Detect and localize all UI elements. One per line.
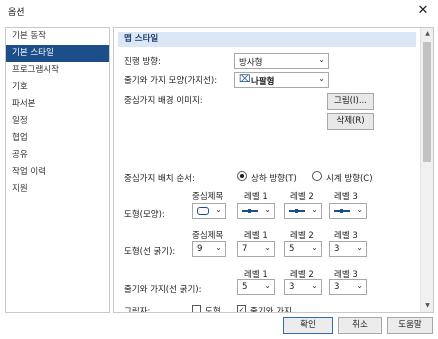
branch-thickness-level3-value: 3 [334, 282, 340, 292]
chevron-down-icon: ⌄ [318, 55, 325, 64]
thickness-level2-value: 5 [289, 244, 295, 254]
image-button[interactable]: 그림(I)... [327, 93, 374, 110]
thickness-level1-value: 7 [242, 244, 248, 254]
thickness-center-value: 9 [197, 244, 203, 254]
shadow-branch-label: 줄기와 가지 [250, 307, 292, 313]
bg-image-label: 중심가지 배경 이미지: [124, 96, 203, 106]
scroll-up-icon[interactable]: ▲ [421, 28, 433, 40]
sidebar-item-sharing[interactable]: 공유 [6, 147, 109, 164]
shape-header-level3: 레벨 3 [334, 192, 358, 202]
shadow-label: 그림자: [124, 307, 151, 313]
shape-level3-select[interactable]: ⌄ [329, 203, 367, 219]
order-label: 중심가지 배치 순서: [124, 174, 195, 184]
category-list: 기본 동작 기본 스타일 프로그램시작 기호 파서본 일정 협업 공유 작업 이… [5, 27, 110, 313]
branch-thickness-row-label: 줄기와 가지(선 굵기): [124, 285, 202, 295]
order-vertical-radio[interactable] [237, 171, 247, 181]
order-vertical-label: 상하 방향(T) [251, 174, 297, 184]
chevron-down-icon: ⌄ [356, 243, 363, 252]
chevron-down-icon: ⌄ [264, 243, 271, 252]
direction-label: 진행 방향: [124, 57, 161, 67]
line-shape-icon [242, 209, 258, 213]
direction-value: 방사형 [239, 58, 263, 68]
order-clockwise-label: 시계 방향(C) [326, 174, 373, 184]
direction-select[interactable]: 방사형 ⌄ [234, 53, 329, 69]
branch-thickness-level3-select[interactable]: 3 ⌄ [329, 279, 367, 295]
shape-header-level2: 레벨 2 [290, 192, 314, 202]
shape-center-select[interactable]: ⌄ [192, 203, 226, 219]
sidebar-item-schedule[interactable]: 일정 [6, 113, 109, 130]
branch-shape-label: 줄기와 가지 모양(가지선): [124, 76, 218, 86]
branch-thickness-level2-select[interactable]: 3 ⌄ [284, 279, 322, 295]
thickness-center-select[interactable]: 9 ⌄ [192, 241, 226, 257]
sidebar-item-symbols[interactable]: 기호 [6, 79, 109, 96]
scroll-down-icon[interactable]: ▼ [421, 300, 433, 312]
thickness-level3-value: 3 [334, 244, 340, 254]
chevron-down-icon: ⌄ [318, 74, 325, 83]
title-bar: 옵션 ✕ [0, 0, 438, 22]
sidebar-item-collaboration[interactable]: 협업 [6, 130, 109, 147]
settings-content: 맵 스타일 진행 방향: 방사형 ⌄ 줄기와 가지 모양(가지선): ⌧ 나팔형… [114, 28, 420, 312]
chevron-down-icon: ⌄ [311, 205, 318, 214]
branch-thickness-level1-value: 5 [242, 282, 248, 292]
thickness-level1-select[interactable]: 7 ⌄ [237, 241, 275, 257]
section-title: 맵 스타일 [118, 32, 416, 47]
cancel-button[interactable]: 취소 [338, 317, 382, 334]
shape-header-level1: 레벨 1 [244, 192, 268, 202]
line-shape-icon [289, 209, 305, 213]
help-button[interactable]: 도움말 [387, 317, 433, 334]
branch-shape-select[interactable]: ⌧ 나팔형 ⌄ [234, 72, 329, 88]
vertical-scrollbar[interactable]: ▲ ▼ [420, 28, 433, 312]
line-shape-icon [334, 209, 350, 213]
branch-shape-value: 나팔형 [251, 77, 275, 87]
shape-header-center: 중심제목 [192, 192, 224, 202]
chevron-down-icon: ⌄ [264, 281, 271, 290]
sidebar-item-basic-style[interactable]: 기본 스타일 [6, 45, 109, 62]
shadow-shape-label: 도형 [205, 307, 221, 313]
shape-row-label: 도형(모양): [124, 210, 165, 220]
branch-thickness-level1-select[interactable]: 5 ⌄ [237, 279, 275, 295]
thickness-level2-select[interactable]: 5 ⌄ [284, 241, 322, 257]
thickness-header-level1: 레벨 1 [244, 231, 268, 241]
close-icon[interactable]: ✕ [414, 2, 432, 20]
thickness-header-center: 중심제목 [192, 231, 224, 241]
sidebar-item-basic-behavior[interactable]: 기본 동작 [6, 28, 109, 45]
sidebar-item-program-start[interactable]: 프로그램시작 [6, 62, 109, 79]
chevron-down-icon: ⌄ [264, 205, 271, 214]
chevron-down-icon: ⌄ [311, 281, 318, 290]
sidebar-item-history[interactable]: 작업 이력 [6, 164, 109, 181]
chevron-down-icon: ⌄ [215, 243, 222, 252]
delete-image-button[interactable]: 삭제(R) [327, 113, 374, 130]
settings-panel: 맵 스타일 진행 방향: 방사형 ⌄ 줄기와 가지 모양(가지선): ⌧ 나팔형… [113, 27, 434, 313]
shadow-shape-checkbox[interactable] [192, 305, 201, 312]
chevron-down-icon: ⌄ [356, 205, 363, 214]
ok-button[interactable]: 확인 [283, 317, 333, 334]
thickness-level3-select[interactable]: 3 ⌄ [329, 241, 367, 257]
shape-level1-select[interactable]: ⌄ [237, 203, 275, 219]
window-title: 옵션 [8, 8, 25, 18]
thickness-header-level2: 레벨 2 [290, 231, 314, 241]
scrollbar-thumb[interactable] [423, 42, 431, 162]
shadow-branch-checkbox[interactable]: ✓ [237, 305, 246, 312]
sidebar-item-support[interactable]: 지원 [6, 181, 109, 198]
sidebar-item-versions[interactable]: 파서본 [6, 96, 109, 113]
trumpet-line-icon: ⌧ [239, 74, 251, 85]
order-clockwise-radio[interactable] [312, 171, 322, 181]
chevron-down-icon: ⌄ [356, 281, 363, 290]
shape-level2-select[interactable]: ⌄ [284, 203, 322, 219]
thickness-row-label: 도형(선 굵기): [124, 247, 176, 257]
branch-thickness-level2-value: 3 [289, 282, 295, 292]
chevron-down-icon: ⌄ [311, 243, 318, 252]
chevron-down-icon: ⌄ [215, 205, 222, 214]
thickness-header-level3: 레벨 3 [334, 231, 358, 241]
rounded-box-icon [197, 207, 209, 215]
